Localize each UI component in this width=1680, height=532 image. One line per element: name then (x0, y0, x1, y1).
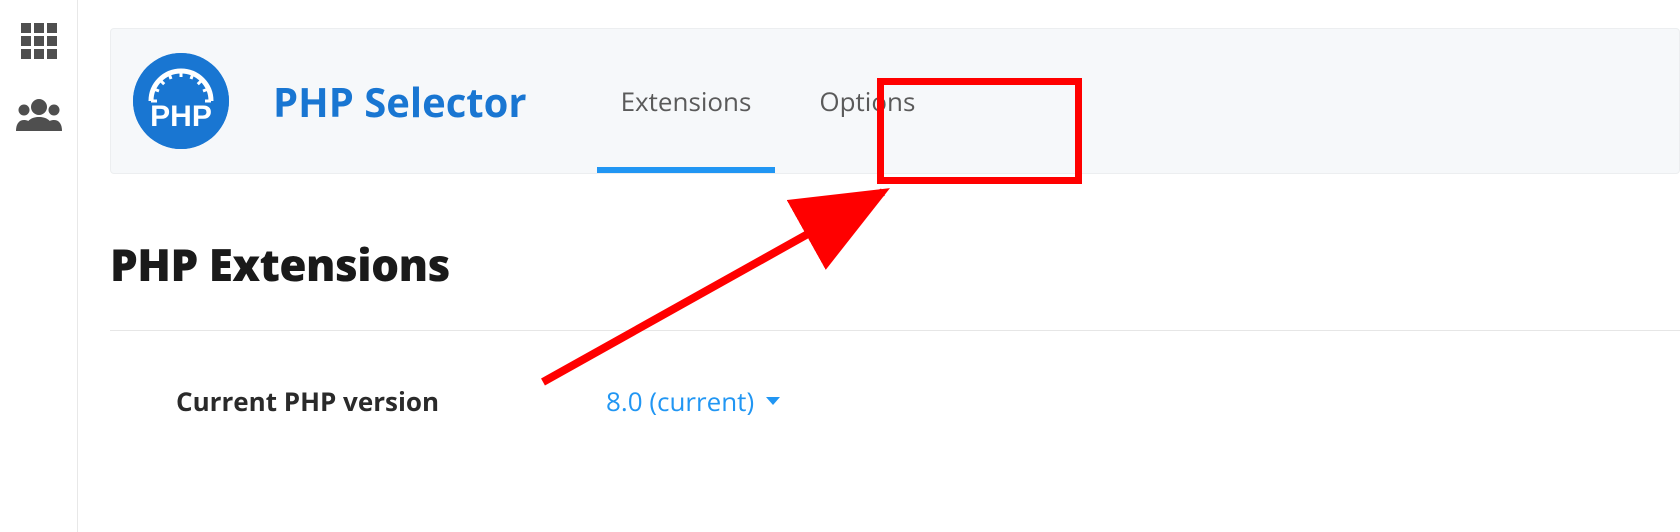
header-bar: PHP PHP Selector Extensions Options (110, 28, 1680, 174)
tab-extensions[interactable]: Extensions (587, 29, 786, 173)
users-icon[interactable] (16, 92, 62, 138)
section-title: PHP Extensions (110, 234, 1680, 294)
tabs: Extensions Options (587, 29, 950, 173)
app-title: PHP Selector (273, 74, 527, 129)
sidebar (0, 0, 78, 532)
current-php-version-label: Current PHP version (176, 383, 606, 419)
content: PHP Extensions Current PHP version 8.0 (… (78, 174, 1680, 419)
current-php-version-value: 8.0 (current) (606, 383, 754, 419)
php-logo-icon: PHP (133, 53, 229, 149)
tab-label: Extensions (621, 83, 752, 119)
tab-label: Options (819, 83, 915, 119)
tab-options[interactable]: Options (785, 29, 949, 173)
main: PHP PHP Selector Extensions Options PHP … (78, 0, 1680, 532)
chevron-down-icon (766, 397, 780, 405)
svg-text:PHP: PHP (150, 100, 212, 133)
apps-grid-icon[interactable] (16, 18, 62, 64)
current-php-version-row: Current PHP version 8.0 (current) (110, 331, 1680, 419)
current-php-version-dropdown[interactable]: 8.0 (current) (606, 383, 780, 419)
